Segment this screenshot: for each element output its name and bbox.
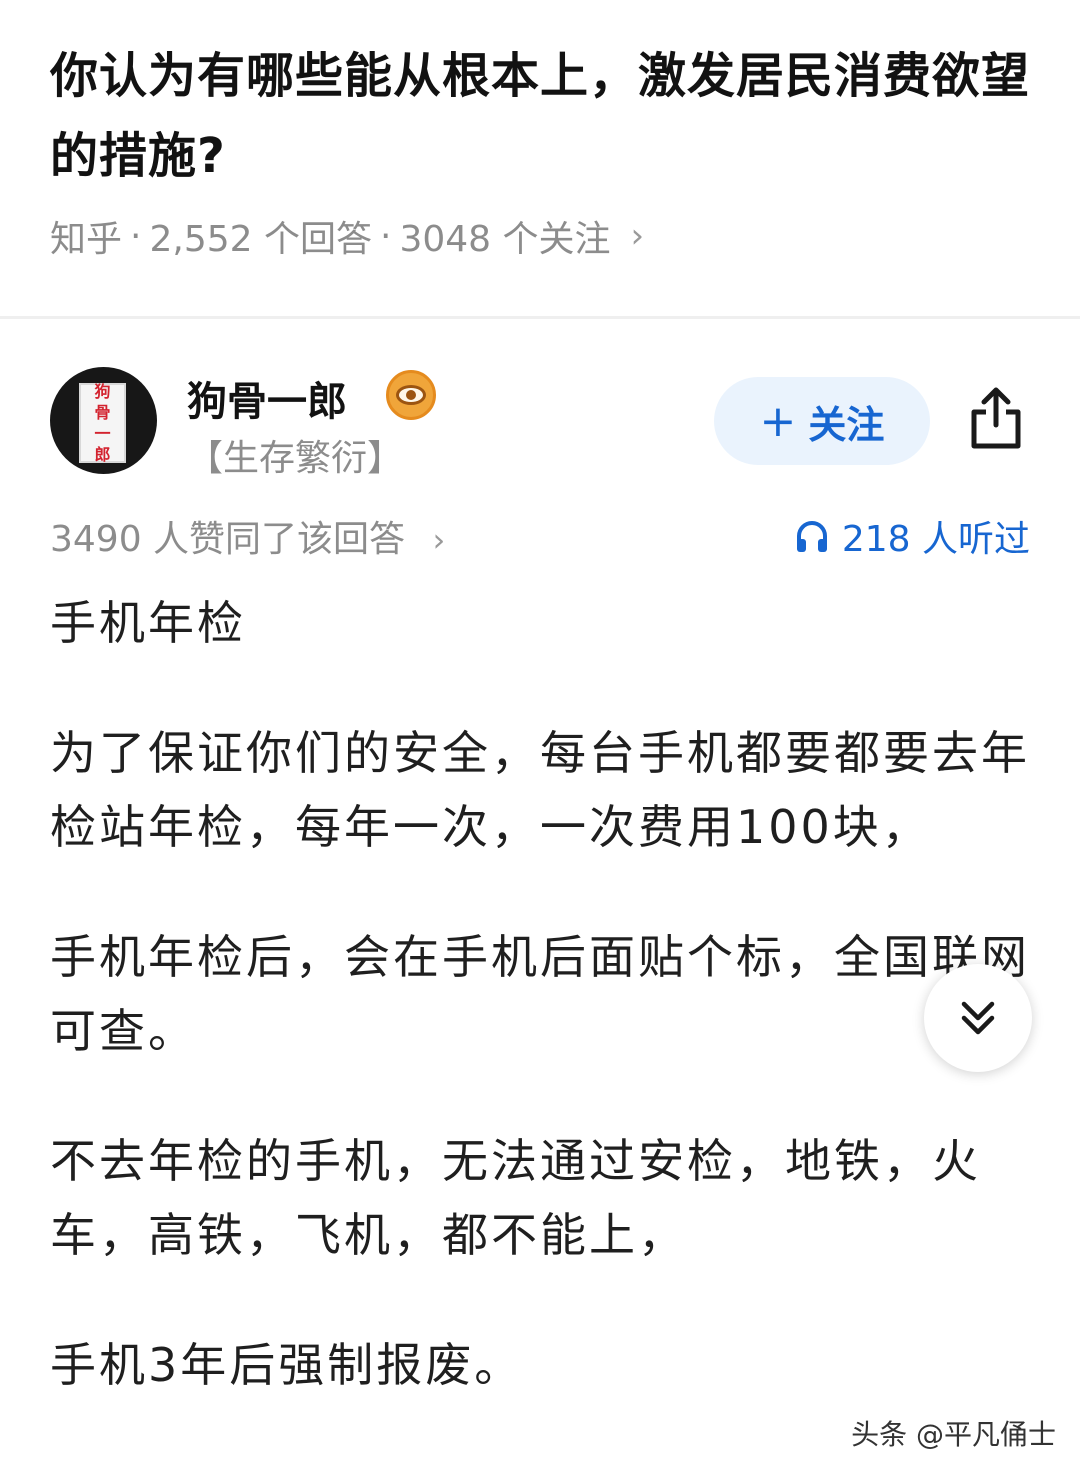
answer-content: 手机年检 为了保证你们的安全，每台手机都要都要去年检站年检，每年一次，一次费用1… (50, 586, 1030, 1458)
content-paragraph: 为了保证你们的安全，每台手机都要都要去年检站年检，每年一次，一次费用100块， (50, 726, 1030, 854)
content-paragraph: 手机3年后强制报废。 (50, 1338, 524, 1392)
author-name[interactable]: 狗骨一郎 (187, 369, 347, 427)
plus-icon: + (759, 395, 797, 447)
scroll-down-button[interactable] (924, 964, 1032, 1072)
share-icon[interactable] (968, 385, 1024, 451)
avatar[interactable]: 狗 骨 一 郎 (50, 367, 157, 474)
avatar-char: 一 (94, 424, 111, 443)
author-row: 狗 骨 一 郎 狗骨一郎 【生存繁衍】 + 关注 (50, 367, 1040, 479)
avatar-char: 郎 (94, 445, 111, 464)
badge-dot (406, 390, 416, 400)
double-chevron-down-icon (961, 1001, 995, 1035)
meta-separator: · (130, 215, 142, 257)
meta-separator: · (379, 215, 392, 257)
avatar-board: 狗 骨 一 郎 (79, 382, 126, 464)
agree-count[interactable]: 3490 人赞同了该回答 › (50, 510, 445, 562)
answer-stats: 3490 人赞同了该回答 › 218 人听过 (50, 510, 1030, 560)
eye-badge-icon (386, 370, 436, 420)
headphones-icon (796, 521, 827, 552)
listen-text: 218 人听过 (841, 519, 1030, 560)
avatar-char: 狗 (94, 382, 111, 401)
listen-count[interactable]: 218 人听过 (794, 510, 1030, 562)
agree-text: 3490 人赞同了该回答 (50, 519, 406, 560)
follow-label: 关注 (808, 402, 885, 447)
content-paragraph: 手机年检 (50, 596, 246, 650)
content-paragraph: 手机年检后，会在手机后面贴个标，全国联网可查。 (50, 930, 1030, 1058)
section-divider (0, 316, 1080, 319)
avatar-char: 骨 (94, 403, 111, 422)
chevron-right-icon: › (630, 216, 645, 256)
question-header: 你认为有哪些能从根本上，激发居民消费欲望的措施? 知乎 · 2,552 个回答 … (50, 36, 1040, 262)
answer-count: 2,552 个回答 (149, 219, 372, 260)
question-meta[interactable]: 知乎 · 2,552 个回答 · 3048 个关注 › (50, 210, 1040, 262)
author-signature: 【生存繁衍】 (187, 438, 404, 479)
follower-count: 3048 个关注 (399, 219, 611, 260)
content-paragraph: 不去年检的手机，无法通过安检，地铁，火车，高铁，飞机，都不能上， (50, 1134, 981, 1262)
source-label: 知乎 (50, 219, 123, 260)
follow-button[interactable]: + 关注 (714, 377, 930, 465)
question-title[interactable]: 你认为有哪些能从根本上，激发居民消费欲望的措施? (50, 36, 1040, 196)
chevron-right-icon: › (432, 521, 446, 559)
watermark: 头条 @平凡俑士 (851, 1418, 1056, 1451)
